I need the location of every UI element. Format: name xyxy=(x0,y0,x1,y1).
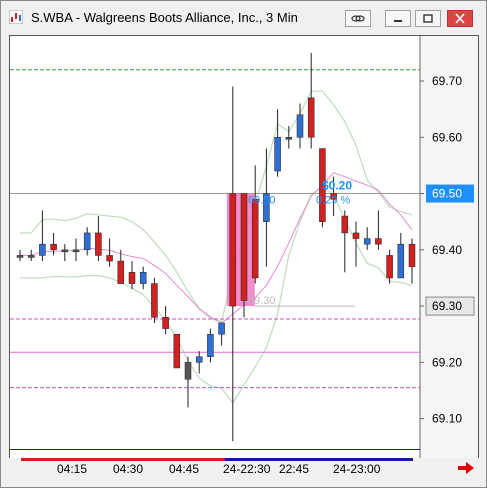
time-label: 04:45 xyxy=(169,462,200,476)
moving-average-line xyxy=(20,172,413,324)
candle-body xyxy=(341,215,349,234)
lower-band-line xyxy=(20,186,413,405)
time-label: 24-23:00 xyxy=(333,462,381,476)
candle-body xyxy=(386,255,393,279)
candle-body xyxy=(375,238,382,245)
time-label: 24-22:30 xyxy=(223,462,271,476)
candle-body xyxy=(106,255,113,262)
chart-area[interactable]: 69.50 69.30 $0.20 0.29 % 69.70 69.60 69.50 69.4… xyxy=(9,35,479,459)
candle-body xyxy=(251,198,259,279)
candle-body xyxy=(296,114,304,138)
price-marker-label: 69.30 xyxy=(432,299,462,313)
candle-body xyxy=(397,243,405,279)
price-chart[interactable]: 69.50 69.30 $0.20 0.29 % 69.70 69.60 69.50 69.4… xyxy=(10,36,478,458)
price-tick-label: 69.40 xyxy=(432,243,462,257)
candle-body xyxy=(184,362,192,380)
window-title: S.WBA - Walgreens Boots Alliance, Inc., … xyxy=(31,10,298,25)
time-label: 04:30 xyxy=(113,462,144,476)
upper-band-line xyxy=(20,90,413,323)
time-label: 04:15 xyxy=(57,462,88,476)
time-label: 22:45 xyxy=(279,462,310,476)
restore-icon xyxy=(423,14,433,23)
change-value-label: $0.20 xyxy=(322,179,352,193)
candle-body xyxy=(95,232,102,256)
candle-body xyxy=(218,322,225,335)
minimize-icon xyxy=(394,20,402,22)
candle-body xyxy=(195,356,203,363)
session-bar xyxy=(21,458,413,461)
candle-body xyxy=(139,272,147,284)
close-icon xyxy=(455,13,465,24)
candle-body xyxy=(61,249,69,253)
candle-body xyxy=(83,232,91,251)
close-button[interactable] xyxy=(447,10,473,27)
candle-body xyxy=(240,193,248,301)
price-tick-label: 69.10 xyxy=(432,412,462,426)
price-tick-label: 69.60 xyxy=(432,130,462,144)
scroll-right-arrow-icon[interactable] xyxy=(457,460,475,476)
candle-body xyxy=(128,272,136,284)
candle-body xyxy=(117,260,125,284)
candle-body xyxy=(173,333,181,369)
candle-body xyxy=(285,137,293,140)
candle-body xyxy=(307,97,315,138)
restore-button[interactable] xyxy=(415,10,441,27)
candle-body xyxy=(162,317,169,329)
measure-high-label: 69.50 xyxy=(248,195,276,207)
candle-body xyxy=(274,137,281,172)
candle-body xyxy=(207,333,214,357)
minimize-button[interactable] xyxy=(385,10,411,27)
link-icon xyxy=(351,15,365,22)
candle-body xyxy=(408,243,416,267)
candle-body xyxy=(151,283,158,318)
app-icon xyxy=(9,10,23,24)
candle-body xyxy=(229,193,237,307)
price-tick-label: 69.20 xyxy=(432,355,462,369)
candle-body xyxy=(27,255,35,258)
chart-window: S.WBA - Walgreens Boots Alliance, Inc., … xyxy=(0,0,487,488)
candle-body xyxy=(39,243,46,256)
candle-body xyxy=(72,249,80,253)
candle-body xyxy=(16,255,24,258)
candle-body xyxy=(363,238,371,245)
link-button[interactable] xyxy=(345,10,371,27)
measure-low-label: 69.30 xyxy=(248,295,276,307)
candle-body xyxy=(50,243,57,251)
price-tick-label: 69.70 xyxy=(432,74,462,88)
current-price-label: 69.50 xyxy=(432,187,462,201)
candle-body xyxy=(352,232,360,239)
change-percent-label: 0.29 % xyxy=(316,195,350,207)
time-axis: 04:15 04:30 04:45 24-22:30 22:45 24-23:0… xyxy=(9,458,479,480)
title-bar[interactable]: S.WBA - Walgreens Boots Alliance, Inc., … xyxy=(1,1,486,35)
